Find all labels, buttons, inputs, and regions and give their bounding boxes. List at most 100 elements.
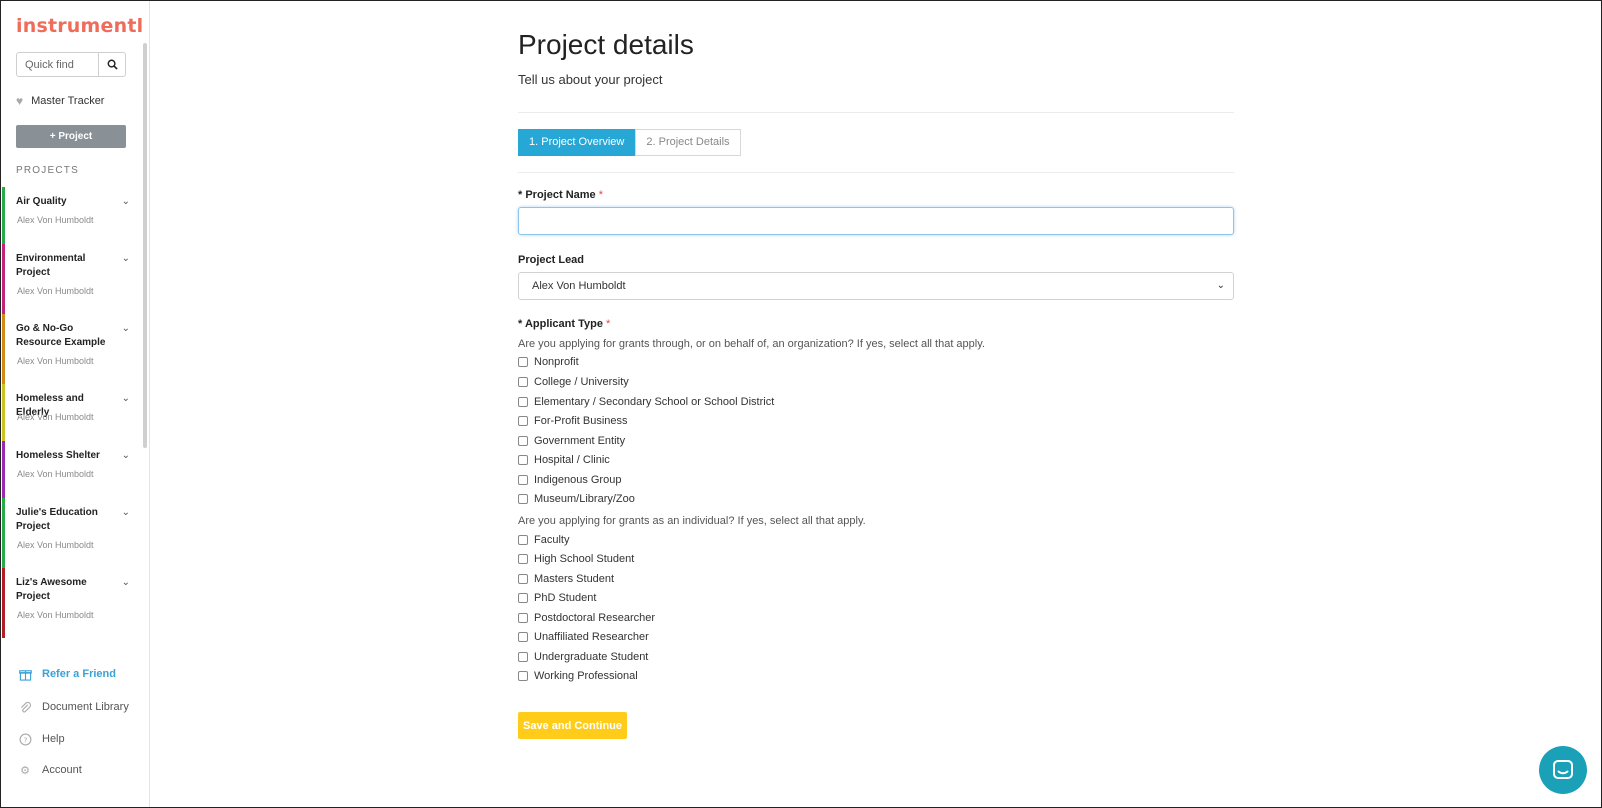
- checkbox-option[interactable]: Government Entity: [518, 434, 625, 448]
- checkbox-option[interactable]: Unaffiliated Researcher: [518, 630, 649, 644]
- checkbox-label: PhD Student: [534, 592, 597, 604]
- quick-find: [16, 52, 126, 77]
- checkbox[interactable]: [518, 613, 528, 623]
- checkbox-label: For-Profit Business: [534, 415, 628, 427]
- project-name: Homeless Shelter: [16, 450, 100, 461]
- checkbox[interactable]: [518, 671, 528, 681]
- master-tracker-label: Master Tracker: [31, 95, 105, 107]
- checkbox-option[interactable]: Working Professional: [518, 669, 638, 683]
- checkbox[interactable]: [518, 494, 528, 504]
- sidebar-scrollbar[interactable]: [143, 43, 147, 448]
- chevron-down-icon[interactable]: ⌄: [122, 507, 130, 518]
- checkbox[interactable]: [518, 593, 528, 603]
- checkbox-option[interactable]: Masters Student: [518, 572, 614, 586]
- required-asterisk: *: [598, 189, 603, 201]
- checkbox-option[interactable]: Postdoctoral Researcher: [518, 611, 655, 625]
- tab-project-overview[interactable]: 1. Project Overview: [518, 129, 636, 156]
- quick-find-input[interactable]: [17, 53, 98, 76]
- app-logo[interactable]: instrumentl: [16, 15, 143, 37]
- chevron-down-icon[interactable]: ⌄: [122, 323, 130, 334]
- checkbox-label: Hospital / Clinic: [534, 454, 610, 466]
- chevron-down-icon[interactable]: ⌄: [122, 196, 130, 207]
- checkbox-option[interactable]: Indigenous Group: [518, 473, 621, 487]
- help-link[interactable]: ? Help: [18, 732, 65, 746]
- heart-icon: ♥: [16, 94, 24, 108]
- project-item[interactable]: Homeless and Elderly Alex Von Humboldt ⌄: [2, 384, 140, 441]
- checkbox-label: Working Professional: [534, 670, 638, 682]
- divider: [518, 112, 1234, 113]
- checkbox-option[interactable]: College / University: [518, 375, 629, 389]
- paperclip-icon: [18, 700, 32, 714]
- projects-heading: PROJECTS: [16, 165, 79, 176]
- tab-project-details[interactable]: 2. Project Details: [635, 129, 741, 156]
- step-tabs: 1. Project Overview 2. Project Details: [518, 129, 741, 156]
- checkbox-label: Undergraduate Student: [534, 651, 649, 663]
- checkbox-option[interactable]: Hospital / Clinic: [518, 453, 610, 467]
- project-lead: Alex Von Humboldt: [17, 412, 94, 422]
- chevron-down-icon[interactable]: ⌄: [122, 253, 130, 264]
- sidebar: instrumentl ♥ Master Tracker + Project P…: [1, 1, 150, 807]
- project-lead: Alex Von Humboldt: [17, 610, 94, 620]
- add-project-button[interactable]: + Project: [16, 125, 126, 148]
- project-item[interactable]: Environmental Project Alex Von Humboldt …: [2, 244, 140, 314]
- project-name-input[interactable]: [518, 207, 1234, 235]
- project-item[interactable]: Homeless Shelter Alex Von Humboldt ⌄: [2, 441, 140, 498]
- checkbox-option[interactable]: PhD Student: [518, 591, 596, 605]
- search-button[interactable]: [98, 53, 125, 76]
- checkbox-label: Indigenous Group: [534, 474, 622, 486]
- refer-a-friend-link[interactable]: Refer a Friend: [18, 667, 116, 681]
- checkbox[interactable]: [518, 554, 528, 564]
- project-item[interactable]: Air Quality Alex Von Humboldt ⌄: [2, 187, 140, 244]
- account-link[interactable]: ⚙ Account: [18, 763, 82, 777]
- svg-text:?: ?: [23, 735, 27, 744]
- checkbox[interactable]: [518, 652, 528, 662]
- checkbox[interactable]: [518, 397, 528, 407]
- required-asterisk: *: [606, 318, 611, 330]
- document-library-link[interactable]: Document Library: [18, 700, 129, 714]
- search-icon: [107, 59, 118, 70]
- checkbox[interactable]: [518, 436, 528, 446]
- project-name: Liz's Awesome Project: [16, 577, 87, 602]
- checkbox[interactable]: [518, 535, 528, 545]
- chevron-down-icon[interactable]: ⌄: [122, 450, 130, 461]
- checkbox[interactable]: [518, 357, 528, 367]
- chevron-down-icon[interactable]: ⌄: [122, 393, 130, 404]
- project-lead: Alex Von Humboldt: [17, 286, 94, 296]
- project-lead: Alex Von Humboldt: [17, 540, 94, 550]
- checkbox-label: High School Student: [534, 553, 635, 565]
- checkbox-option[interactable]: High School Student: [518, 552, 634, 566]
- checkbox-label: Unaffiliated Researcher: [534, 631, 649, 643]
- checkbox[interactable]: [518, 475, 528, 485]
- checkbox-option[interactable]: Faculty: [518, 533, 569, 547]
- checkbox-label: Museum/Library/Zoo: [534, 493, 635, 505]
- checkbox[interactable]: [518, 574, 528, 584]
- master-tracker-link[interactable]: ♥ Master Tracker: [16, 94, 104, 108]
- checkbox-label: Government Entity: [534, 435, 626, 447]
- chevron-down-icon[interactable]: ⌄: [122, 577, 130, 588]
- project-lead: Alex Von Humboldt: [17, 356, 94, 366]
- project-name: Julie's Education Project: [16, 507, 98, 532]
- checkbox-option[interactable]: For-Profit Business: [518, 414, 628, 428]
- project-name-label-text: Project Name: [525, 189, 596, 201]
- project-lead-select[interactable]: Alex Von Humboldt ⌄: [518, 272, 1234, 300]
- chat-launcher-button[interactable]: [1539, 746, 1587, 794]
- checkbox[interactable]: [518, 377, 528, 387]
- checkbox[interactable]: [518, 632, 528, 642]
- checkbox[interactable]: [518, 455, 528, 465]
- save-and-continue-button[interactable]: Save and Continue: [518, 712, 627, 739]
- checkbox[interactable]: [518, 416, 528, 426]
- project-item[interactable]: Go & No-Go Resource Example Alex Von Hum…: [2, 314, 140, 384]
- account-label: Account: [42, 764, 82, 776]
- help-label: Help: [42, 733, 65, 745]
- project-item[interactable]: Liz's Awesome Project Alex Von Humboldt …: [2, 568, 140, 638]
- project-lead: Alex Von Humboldt: [17, 215, 94, 225]
- project-name-label: * Project Name *: [518, 189, 603, 201]
- organization-help-text: Are you applying for grants through, or …: [518, 338, 985, 350]
- checkbox-option[interactable]: Undergraduate Student: [518, 650, 648, 664]
- applicant-type-label-text: Applicant Type: [524, 318, 603, 330]
- checkbox-option[interactable]: Nonprofit: [518, 355, 579, 369]
- project-item[interactable]: Julie's Education Project Alex Von Humbo…: [2, 498, 140, 568]
- checkbox-option[interactable]: Museum/Library/Zoo: [518, 492, 635, 506]
- checkbox-option[interactable]: Elementary / Secondary School or School …: [518, 395, 774, 409]
- project-lead-label: Project Lead: [518, 254, 585, 266]
